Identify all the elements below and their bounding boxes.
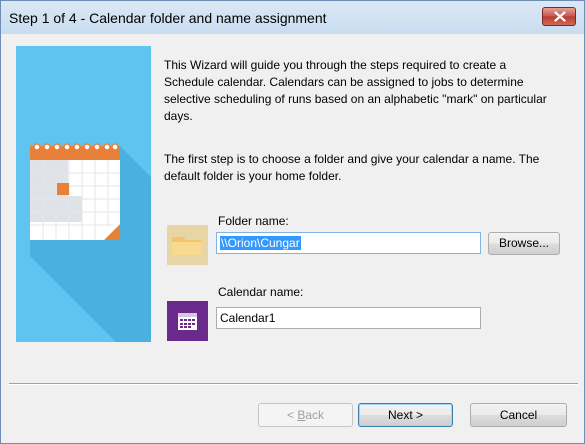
window-title: Step 1 of 4 - Calendar folder and name a… <box>9 10 327 26</box>
wizard-window: Step 1 of 4 - Calendar folder and name a… <box>0 0 585 444</box>
calendar-name-input[interactable]: Calendar1 <box>216 307 481 329</box>
back-button[interactable]: < Back <box>258 403 353 427</box>
divider <box>9 383 578 385</box>
folder-name-value: \\Orion\Cungar <box>220 236 301 250</box>
browse-button[interactable]: Browse... <box>488 232 560 255</box>
wizard-body: This Wizard will guide you through the s… <box>9 34 578 436</box>
next-button[interactable]: Next > <box>358 403 453 427</box>
first-step-text: The first step is to choose a folder and… <box>164 152 540 183</box>
calendar-name-label: Calendar name: <box>218 285 304 299</box>
close-button[interactable] <box>542 7 576 26</box>
calendar-illustration-art <box>30 143 151 342</box>
title-bar[interactable]: Step 1 of 4 - Calendar folder and name a… <box>1 1 584 34</box>
back-button-prefix: < <box>286 408 298 422</box>
calendar-icon <box>167 301 208 341</box>
cancel-button[interactable]: Cancel <box>470 403 567 427</box>
folder-name-label: Folder name: <box>218 214 289 228</box>
close-icon <box>554 11 566 22</box>
intro-text: This Wizard will guide you through the s… <box>164 58 547 123</box>
folder-name-input[interactable]: \\Orion\Cungar <box>216 232 481 254</box>
back-button-rest: ack <box>305 408 325 422</box>
calendar-illustration <box>16 46 151 342</box>
folder-icon <box>167 225 208 265</box>
